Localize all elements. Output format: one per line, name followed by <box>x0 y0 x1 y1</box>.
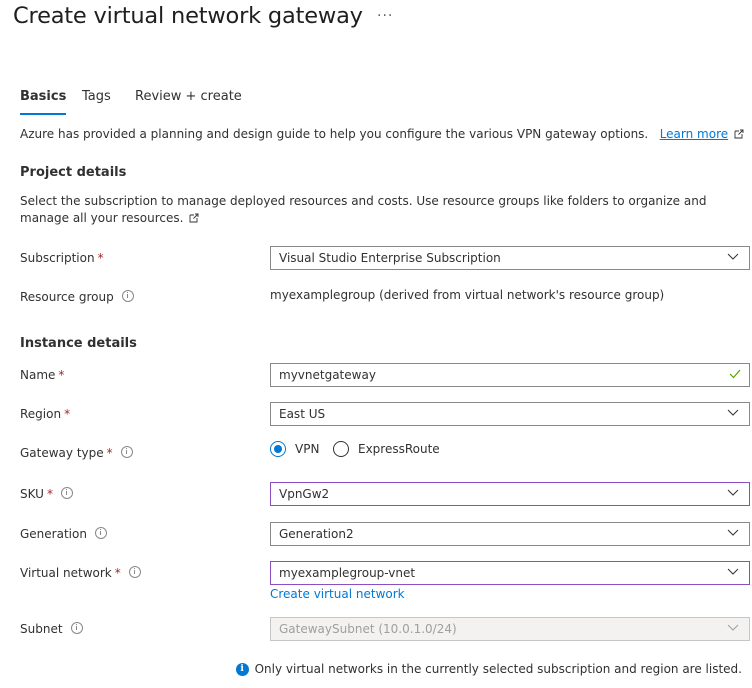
generation-select[interactable]: Generation2 <box>270 522 750 546</box>
required-marker: * <box>106 446 113 460</box>
instance-details-heading: Instance details <box>20 336 137 351</box>
gateway-type-vpn-radio[interactable]: VPN <box>270 441 319 457</box>
required-marker: * <box>97 251 104 265</box>
tab-basics[interactable]: Basics <box>20 89 67 115</box>
external-link-icon <box>734 129 744 139</box>
generation-label: Generation <box>20 527 107 541</box>
radio-checked-icon <box>270 441 286 457</box>
create-virtual-network-link[interactable]: Create virtual network <box>270 587 405 601</box>
resource-group-label: Resource group <box>20 290 134 304</box>
tab-review-create[interactable]: Review + create <box>135 89 242 104</box>
intro-text-row: Azure has provided a planning and design… <box>20 127 744 141</box>
name-label: Name * <box>20 368 65 382</box>
virtual-network-label: Virtual network * <box>20 566 141 580</box>
checkmark-icon <box>729 369 741 379</box>
gateway-type-label: Gateway type * <box>20 446 133 460</box>
external-link-icon <box>189 213 199 223</box>
info-filled-icon: i <box>235 662 249 676</box>
sku-select[interactable]: VpnGw2 <box>270 482 750 506</box>
info-icon[interactable] <box>94 527 107 539</box>
learn-more-link[interactable]: Learn more <box>660 127 728 141</box>
resource-group-value: myexamplegroup (derived from virtual net… <box>270 288 665 302</box>
subscription-label: Subscription * <box>20 251 104 265</box>
chevron-down-icon <box>727 253 739 260</box>
virtual-network-select[interactable]: myexamplegroup-vnet <box>270 561 750 585</box>
intro-text: Azure has provided a planning and design… <box>20 127 649 141</box>
subnet-label: Subnet <box>20 622 83 636</box>
subnet-select: GatewaySubnet (10.0.1.0/24) <box>270 617 750 641</box>
required-marker: * <box>46 487 53 501</box>
chevron-down-icon <box>727 409 739 416</box>
chevron-down-icon <box>727 529 739 536</box>
region-select[interactable]: East US <box>270 402 750 426</box>
info-icon[interactable] <box>70 622 83 634</box>
chevron-down-icon <box>727 489 739 496</box>
sku-label: SKU * <box>20 487 73 501</box>
subscription-select[interactable]: Visual Studio Enterprise Subscription <box>270 246 750 270</box>
required-marker: * <box>64 407 71 421</box>
project-details-heading: Project details <box>20 165 127 180</box>
info-icon[interactable] <box>60 487 73 499</box>
radio-unchecked-icon <box>333 441 349 457</box>
tab-tags[interactable]: Tags <box>82 89 111 104</box>
info-note: i Only virtual networks in the currently… <box>235 662 742 676</box>
info-icon[interactable] <box>121 290 134 302</box>
info-icon[interactable] <box>120 446 133 458</box>
page-title: Create virtual network gateway <box>13 3 363 29</box>
required-marker: * <box>114 566 121 580</box>
chevron-down-icon <box>727 624 739 631</box>
project-details-description: Select the subscription to manage deploy… <box>20 194 707 225</box>
name-input[interactable]: myvnetgateway <box>270 363 750 387</box>
chevron-down-icon <box>727 568 739 575</box>
required-marker: * <box>58 368 65 382</box>
region-label: Region * <box>20 407 71 421</box>
more-options-button[interactable]: ··· <box>377 8 393 24</box>
gateway-type-expressroute-radio[interactable]: ExpressRoute <box>333 441 440 457</box>
info-icon[interactable] <box>128 566 141 578</box>
